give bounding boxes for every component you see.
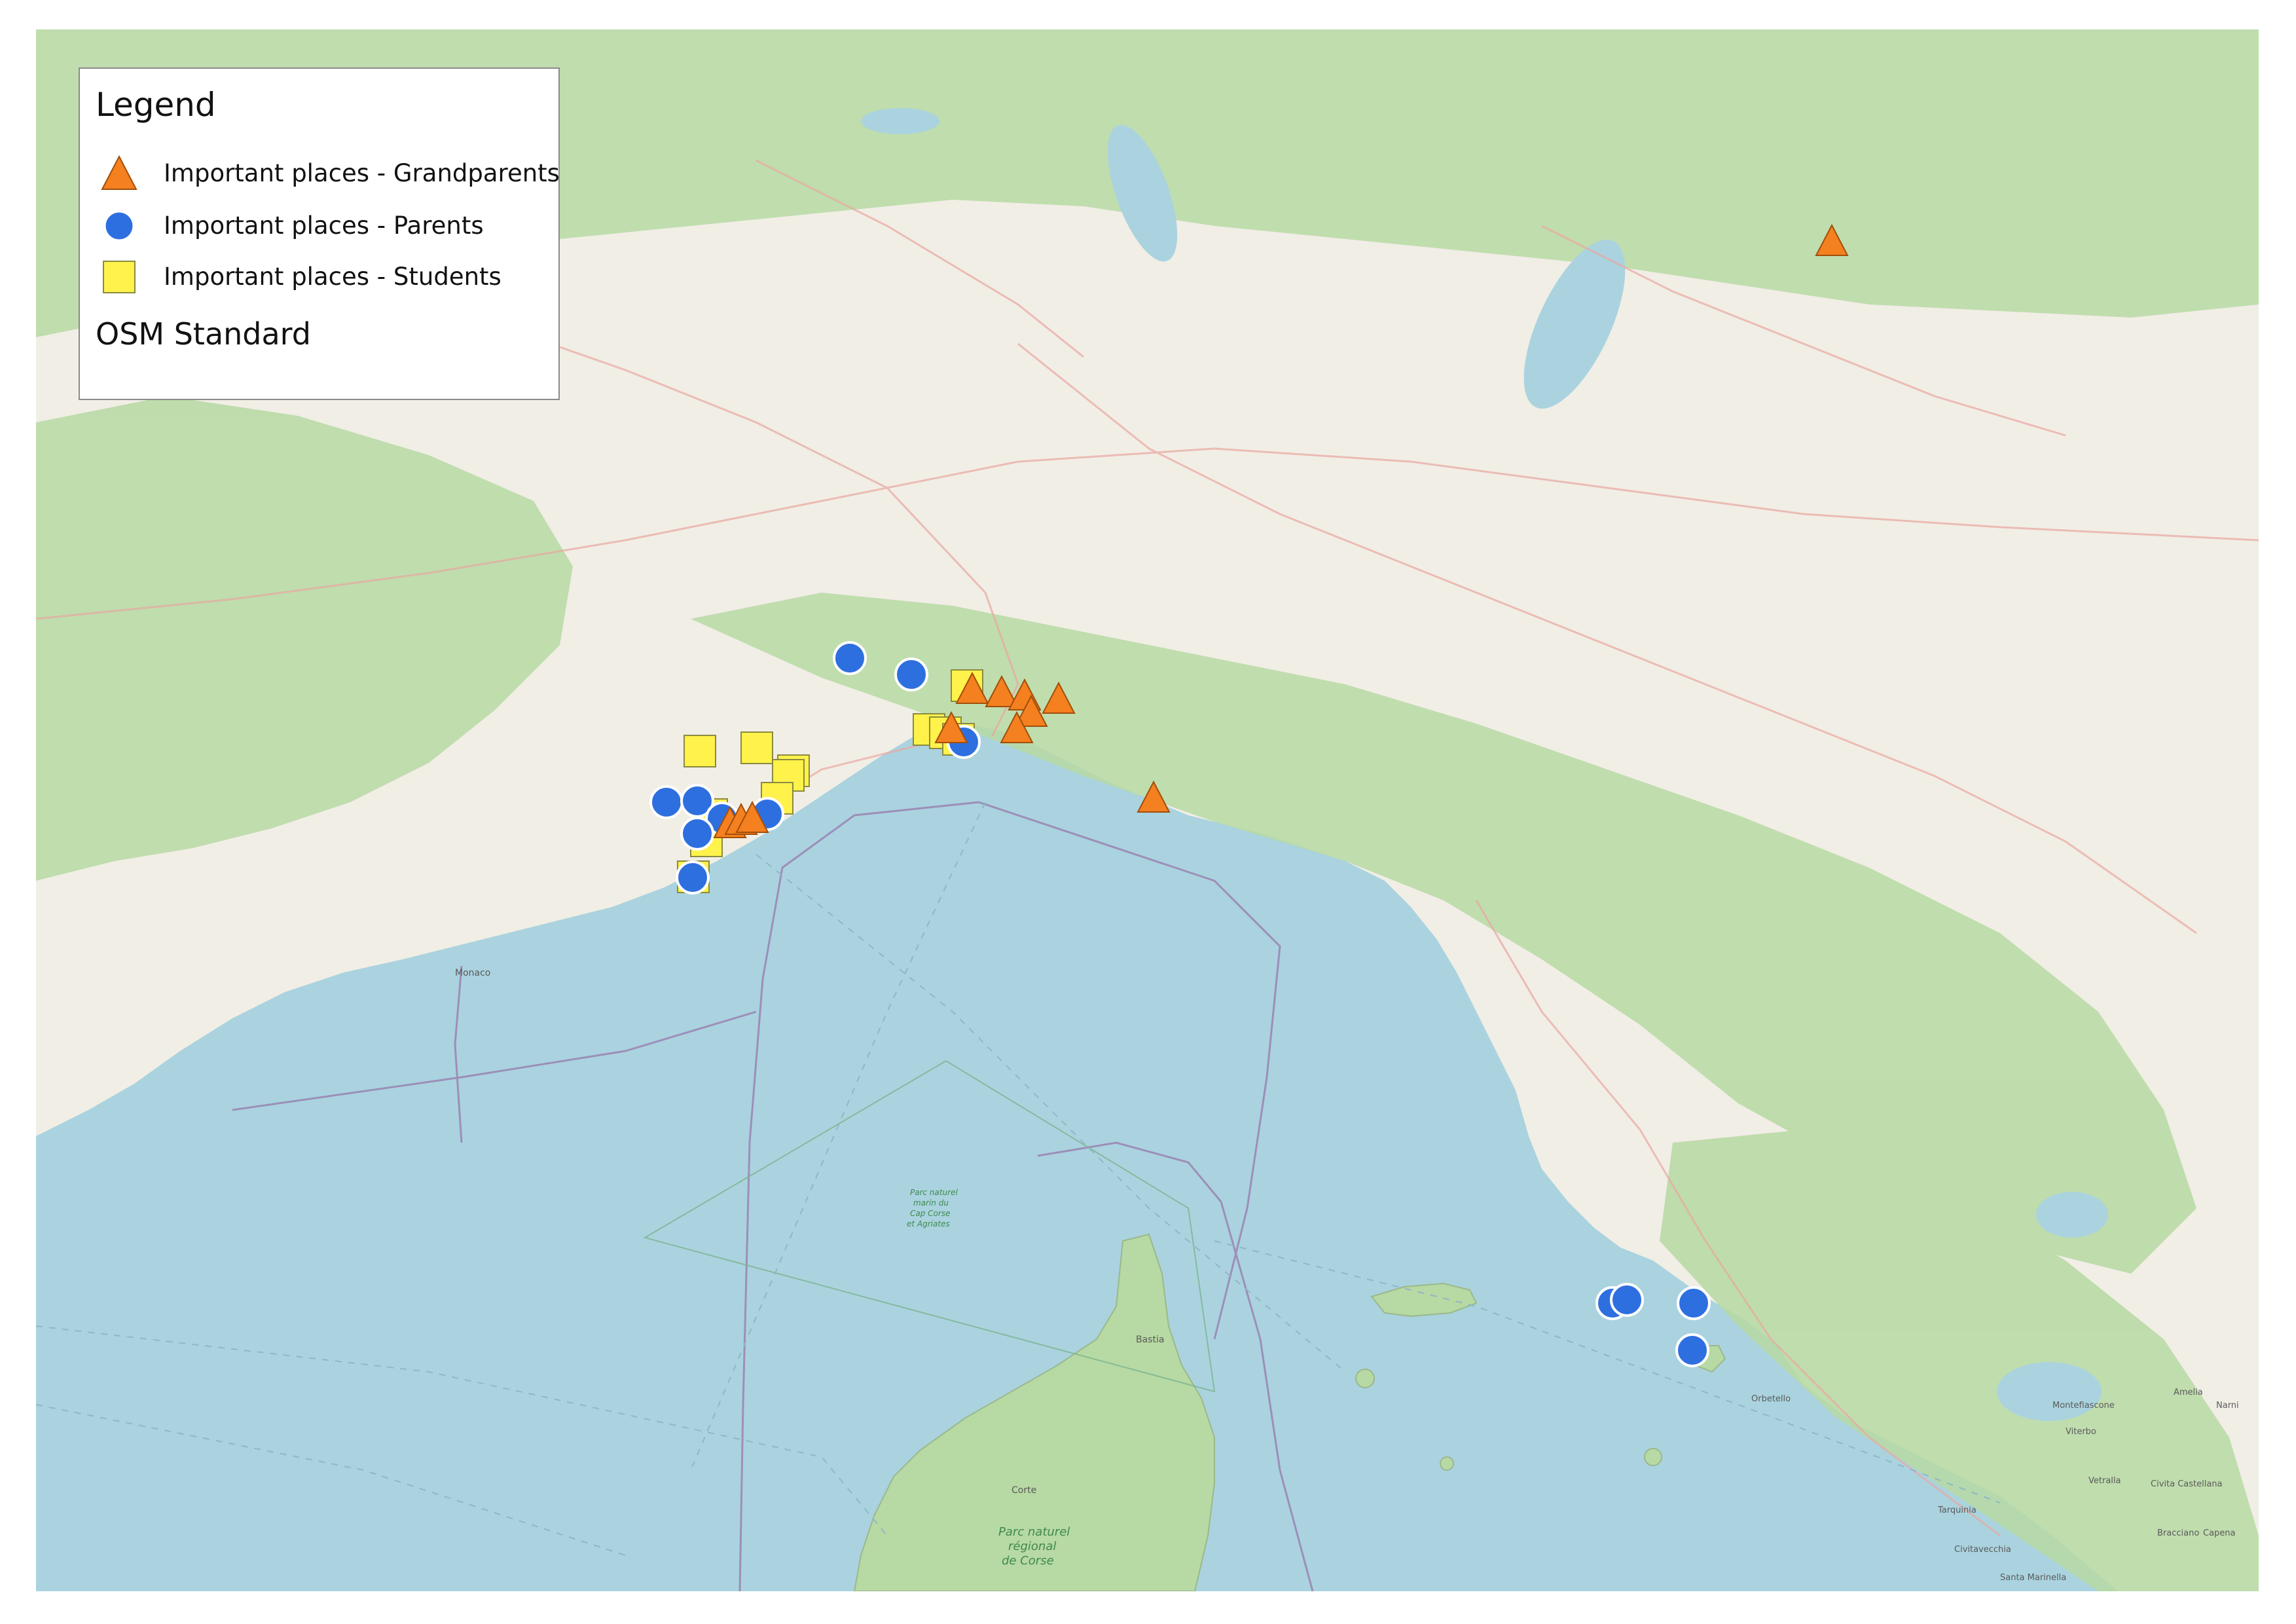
label-santa-marinella: Santa Marinella (2000, 1573, 2066, 1583)
legend-title: Legend (96, 86, 216, 124)
label-amelia: Amelia (2174, 1388, 2203, 1397)
parents-marker[interactable] (1675, 1333, 1709, 1367)
parents-marker[interactable] (894, 657, 928, 692)
label-vetralla: Vetralla (2088, 1476, 2121, 1486)
orange-triangle-icon (101, 155, 137, 190)
legend-item-grandparents: Important places - Grandparents (100, 154, 560, 193)
students-marker[interactable] (683, 735, 716, 767)
label-orbetello: Orbetello (1751, 1394, 1791, 1404)
label-parc-cap-corse-1: Parc naturel (910, 1188, 958, 1197)
parents-marker[interactable] (1677, 1286, 1711, 1320)
parents-marker[interactable] (676, 860, 710, 895)
legend-item-students: Important places - Students (100, 257, 551, 297)
label-parc-cap-corse-3: Cap Corse (910, 1209, 950, 1218)
label-capena: Capena (2203, 1528, 2236, 1538)
parents-marker[interactable] (833, 641, 867, 675)
label-civita-castellana: Civita Castellana (2151, 1479, 2223, 1489)
label-civitavecchia: Civitavecchia (1954, 1545, 2011, 1555)
parents-marker[interactable] (649, 785, 683, 819)
map-legend: Legend Important places - Grandparents I… (79, 67, 560, 400)
yellow-square-icon (103, 261, 136, 293)
legend-label-parents: Important places - Parents (164, 212, 484, 240)
label-parc-corse-2: régional (1008, 1540, 1056, 1553)
label-parc-cap-corse-2: marin du (913, 1198, 949, 1208)
legend-label-grandparents: Important places - Grandparents (164, 159, 560, 187)
legend-label-students: Important places - Students (164, 263, 501, 291)
label-bracciano: Bracciano (2157, 1528, 2199, 1538)
label-bastia: Bastia (1136, 1335, 1164, 1345)
students-marker[interactable] (740, 731, 773, 764)
label-parc-corse-1: Parc naturel (998, 1525, 1070, 1539)
label-parc-cap-corse-4: et Agriates (907, 1219, 950, 1228)
label-montefiascone: Montefiascone (2052, 1401, 2115, 1411)
parents-marker[interactable] (1610, 1283, 1644, 1317)
label-monaco: Monaco (455, 968, 490, 978)
parents-marker[interactable] (680, 817, 714, 851)
label-corte: Corte (1011, 1485, 1036, 1496)
label-parc-corse-3: de Corse (1002, 1554, 1054, 1568)
blue-circle-icon (103, 210, 135, 242)
legend-item-parents: Important places - Parents (100, 206, 551, 246)
label-narni: Narni (2216, 1401, 2239, 1411)
label-tarquinia: Tarquinia (1937, 1505, 1977, 1515)
label-viterbo: Viterbo (2066, 1427, 2096, 1437)
legend-basemap-label: OSM Standard (96, 316, 311, 352)
